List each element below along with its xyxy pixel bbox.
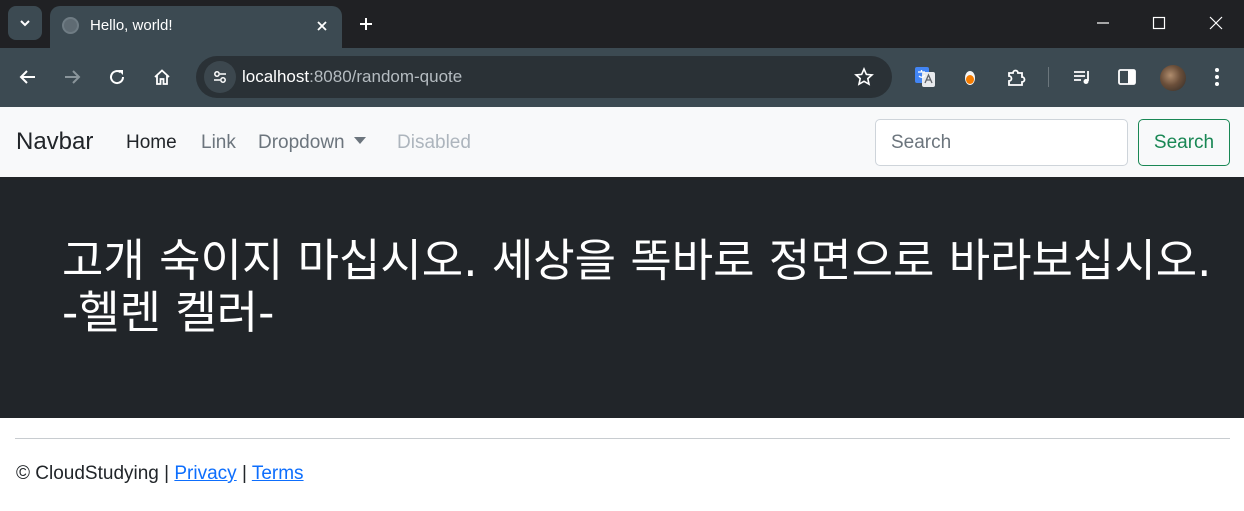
footer-separator: | <box>164 463 170 484</box>
chevron-down-icon <box>20 20 30 27</box>
new-tab-button[interactable] <box>352 10 380 38</box>
navbar-brand[interactable]: Navbar <box>16 128 93 156</box>
nav-link-link[interactable]: Link <box>201 132 236 154</box>
puzzle-icon <box>1008 69 1026 86</box>
url-path: :8080/random-quote <box>309 67 463 86</box>
reload-icon <box>110 70 125 85</box>
tune-icon <box>214 71 226 83</box>
browser-toolbar: localhost:8080/random-quote <box>0 48 1244 107</box>
footer-owner: CloudStudying <box>35 463 159 484</box>
tab-close-button[interactable] <box>310 14 334 38</box>
browser-menu-button[interactable] <box>1202 62 1232 92</box>
translate-icon <box>915 67 935 87</box>
maximize-icon <box>1152 16 1166 30</box>
extension-button[interactable] <box>955 62 985 92</box>
nav-dropdown-label: Dropdown <box>258 132 345 153</box>
toolbar-separator <box>1048 67 1049 87</box>
tab-title: Hello, world! <box>90 17 173 34</box>
site-info-button[interactable] <box>204 61 236 93</box>
nav-dropdown-toggle[interactable]: Dropdown <box>258 132 366 154</box>
side-panel-icon <box>1118 69 1136 85</box>
search-button[interactable]: Search <box>1138 119 1230 166</box>
address-bar[interactable]: localhost:8080/random-quote <box>196 56 892 98</box>
minimize-button[interactable] <box>1088 8 1118 38</box>
star-icon <box>854 67 874 86</box>
media-controls-button[interactable] <box>1067 62 1097 92</box>
navbar: Navbar Home Link Dropdown Disabled Searc… <box>0 107 1244 177</box>
tab-search-button[interactable] <box>8 6 42 40</box>
globe-icon <box>62 17 79 34</box>
terms-link[interactable]: Terms <box>252 463 304 484</box>
caret-down-icon <box>353 137 366 144</box>
privacy-link[interactable]: Privacy <box>174 463 236 484</box>
footer-divider <box>15 438 1230 439</box>
arrow-right-icon <box>65 70 81 84</box>
minimize-icon <box>1097 22 1109 24</box>
nav-link-home[interactable]: Home <box>126 132 177 154</box>
url-host: localhost <box>242 67 310 86</box>
url-text: localhost:8080/random-quote <box>242 67 462 87</box>
footer: © CloudStudying | Privacy | Terms <box>16 463 304 485</box>
close-icon <box>317 21 327 31</box>
browser-tab-strip: Hello, world! <box>0 0 1244 48</box>
side-panel-button[interactable] <box>1112 62 1142 92</box>
more-vertical-icon <box>1215 68 1219 86</box>
back-button[interactable] <box>13 62 43 92</box>
quote-banner: 고개 숙이지 마십시오. 세상을 똑바로 정면으로 바라보십시오. -헬렌 켈러… <box>0 177 1244 418</box>
extension-badge-icon <box>965 71 975 85</box>
search-input[interactable] <box>875 119 1128 166</box>
home-icon <box>154 69 170 85</box>
arrow-left-icon <box>19 70 35 84</box>
close-icon <box>1209 16 1223 30</box>
google-translate-extension[interactable] <box>910 62 940 92</box>
maximize-button[interactable] <box>1144 8 1174 38</box>
forward-button[interactable] <box>57 62 87 92</box>
copyright-symbol: © <box>16 463 30 484</box>
bookmark-button[interactable] <box>852 65 876 89</box>
plus-icon <box>360 18 372 30</box>
extensions-menu-button[interactable] <box>1001 62 1031 92</box>
home-button[interactable] <box>147 62 177 92</box>
profile-avatar[interactable] <box>1160 65 1186 91</box>
random-quote: 고개 숙이지 마십시오. 세상을 똑바로 정면으로 바라보십시오. -헬렌 켈러… <box>62 234 1212 339</box>
queue-music-icon <box>1074 71 1089 84</box>
close-window-button[interactable] <box>1201 8 1231 38</box>
nav-link-disabled: Disabled <box>397 132 471 153</box>
browser-tab[interactable]: Hello, world! <box>50 6 342 48</box>
footer-separator: | <box>241 463 247 484</box>
reload-button[interactable] <box>102 62 132 92</box>
